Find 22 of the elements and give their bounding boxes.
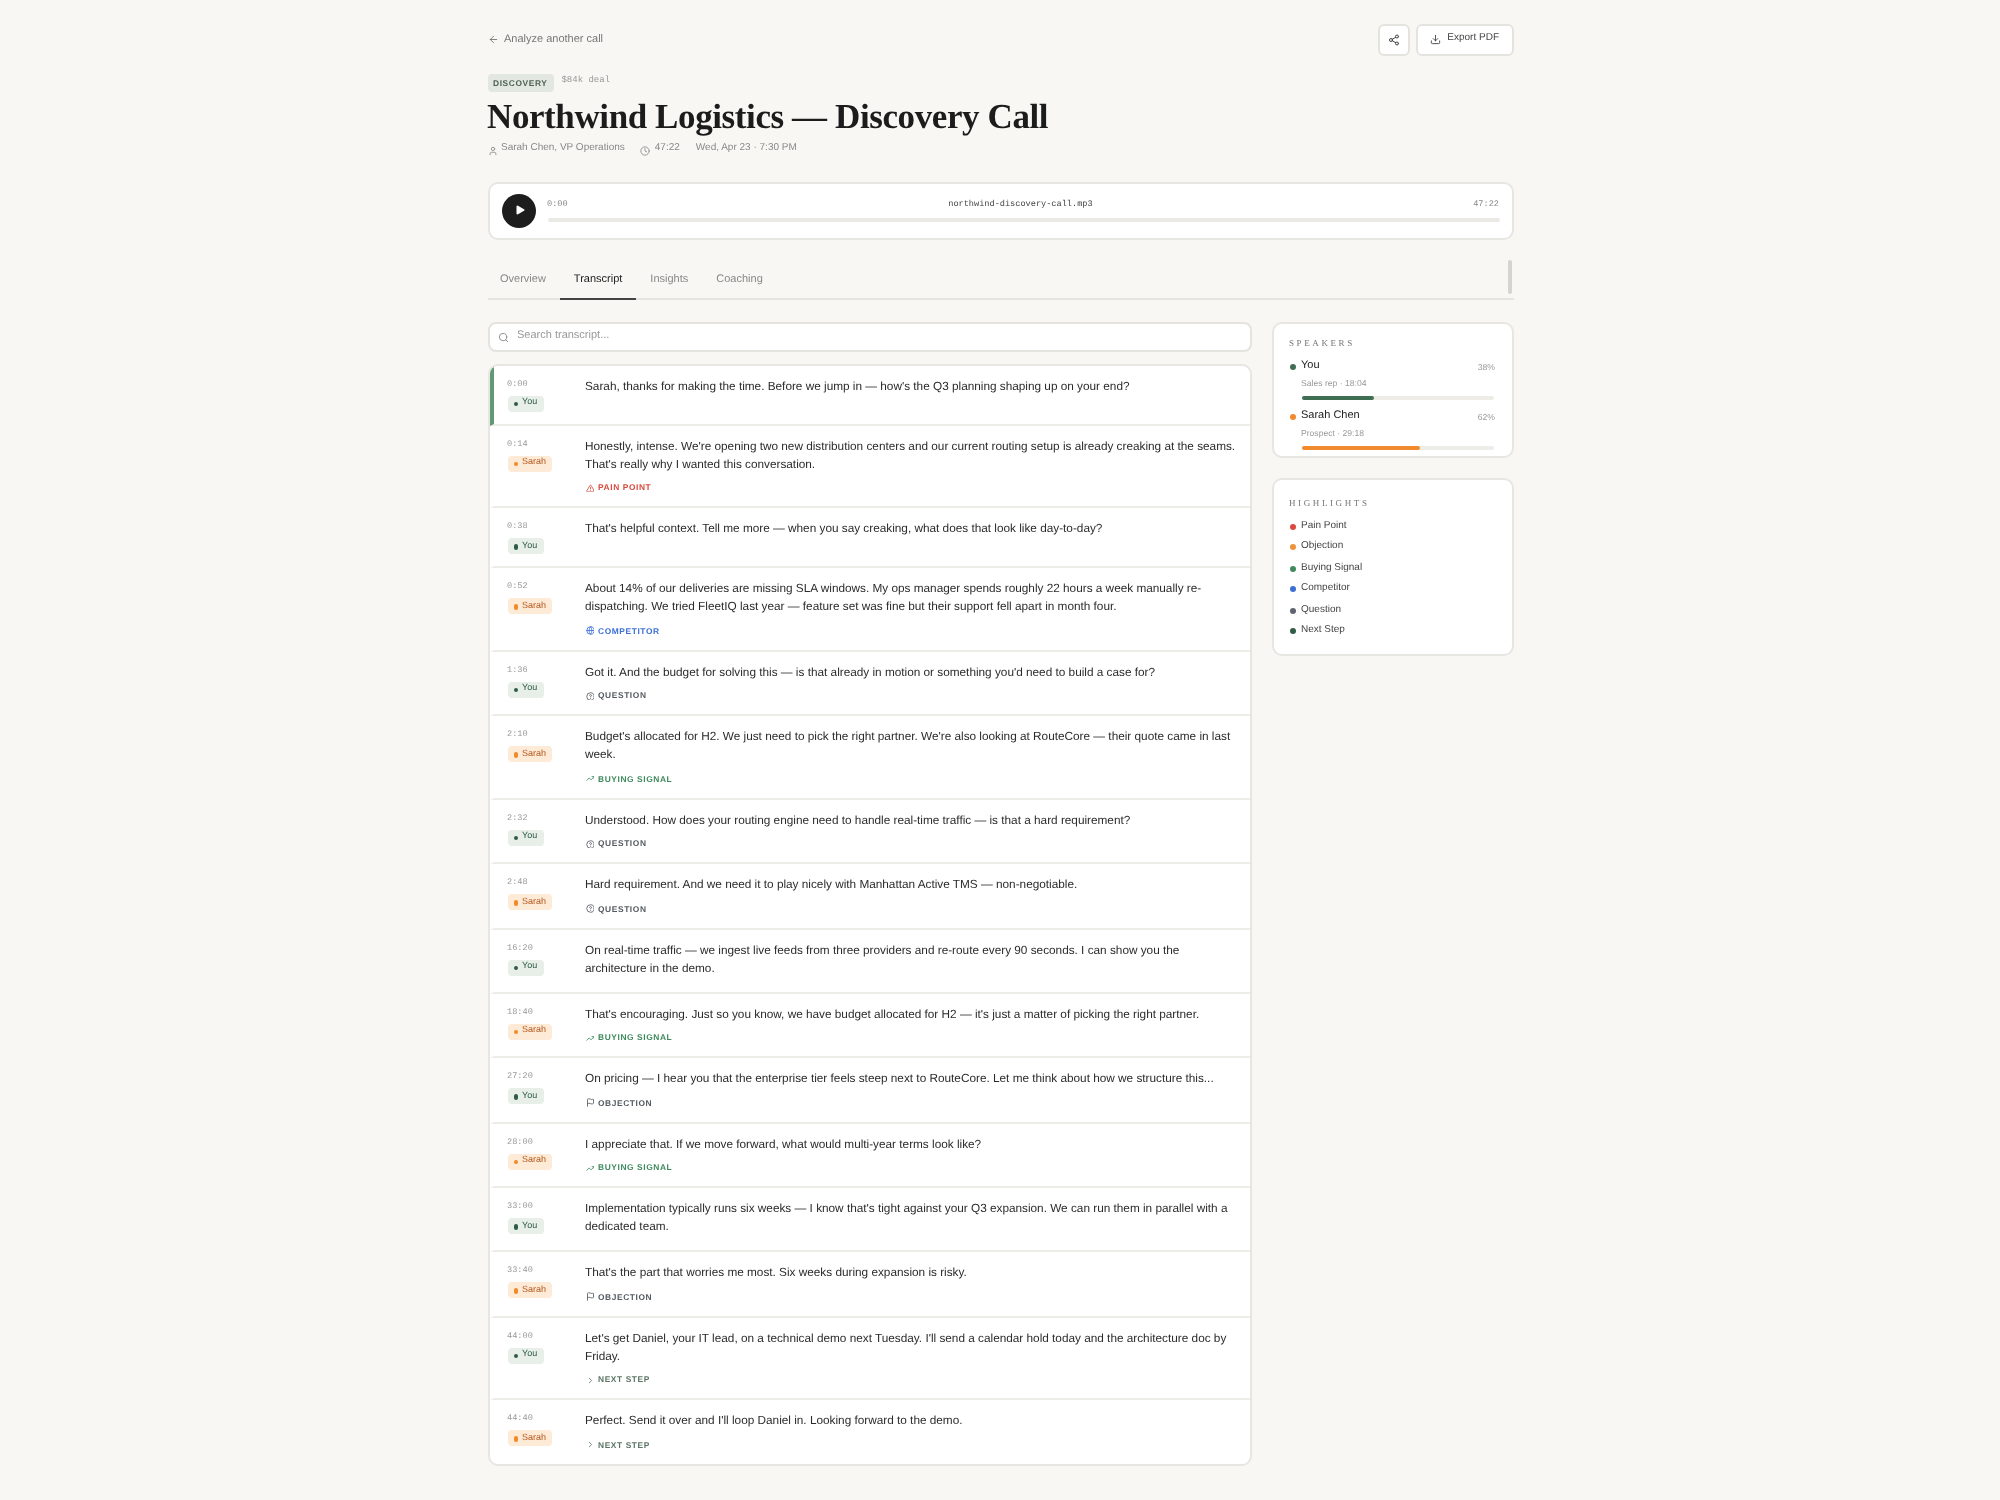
clock-icon bbox=[640, 145, 651, 156]
page-title: Northwind Logistics — Discovery Call bbox=[487, 98, 1051, 137]
trend-up-icon bbox=[585, 1163, 594, 1173]
share-icon bbox=[1388, 34, 1401, 46]
play-icon bbox=[513, 204, 525, 217]
question-circle-icon bbox=[585, 904, 594, 914]
flag-icon bbox=[585, 1292, 594, 1302]
flag-icon bbox=[585, 1098, 594, 1108]
trend-up-icon bbox=[585, 774, 594, 784]
question-circle-icon bbox=[585, 839, 594, 849]
globe-icon bbox=[585, 626, 594, 636]
chevron-right-icon bbox=[585, 1375, 594, 1385]
trend-up-icon bbox=[585, 1033, 594, 1043]
chevron-right-icon bbox=[585, 1440, 594, 1450]
share-button[interactable] bbox=[1378, 24, 1411, 56]
download-icon bbox=[1430, 34, 1442, 46]
play-button[interactable] bbox=[501, 193, 535, 228]
question-circle-icon bbox=[585, 691, 594, 701]
arrow-left-icon bbox=[487, 34, 498, 46]
scrollbar-thumb[interactable] bbox=[1507, 259, 1511, 294]
person-icon bbox=[487, 145, 497, 156]
warning-triangle-icon bbox=[585, 483, 594, 493]
